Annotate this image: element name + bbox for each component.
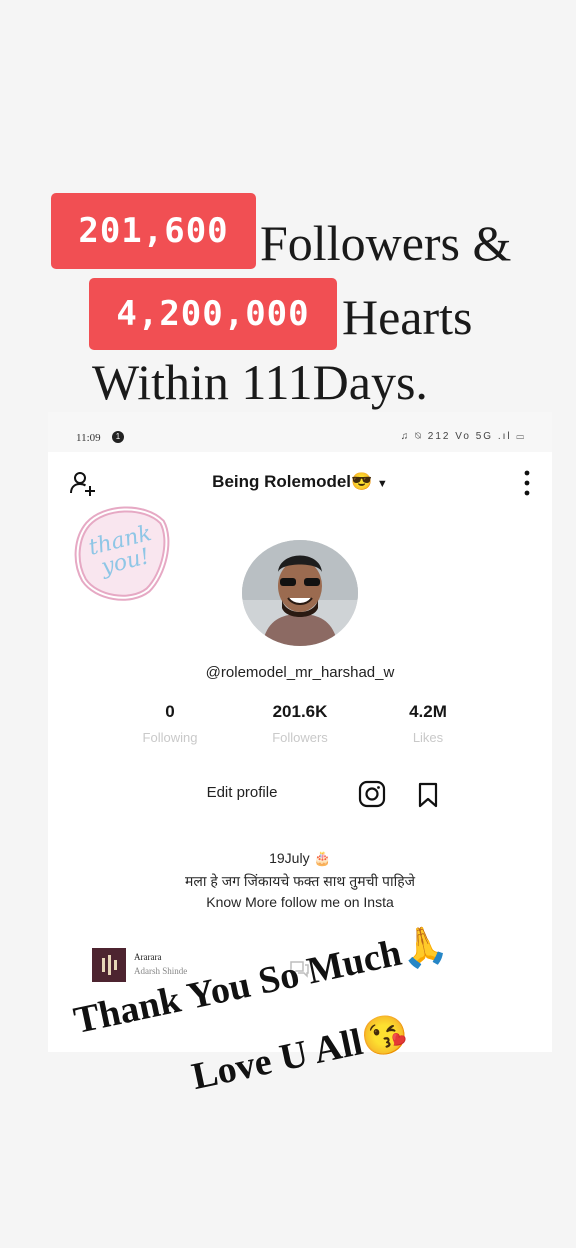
music-artist: Adarsh Shinde — [134, 966, 188, 976]
stat-followers[interactable]: 201.6K Followers — [240, 702, 360, 745]
profile-handle: @rolemodel_mr_harshad_w — [205, 664, 395, 681]
story-canvas: 201,600 Followers & 4,200,000 Hearts Wit… — [0, 0, 576, 1248]
account-switcher[interactable]: Being Rolemodel😎 ▼ — [48, 472, 552, 492]
hearts-count: 4,200,000 — [116, 294, 310, 334]
followers-count-badge: 201,600 — [51, 193, 256, 269]
edit-profile-button[interactable]: Edit profile — [182, 784, 302, 808]
bio-tagline: मला हे जग जिंकायचे फक्त साथ तुमची पाहिजे — [184, 873, 416, 889]
stat-following[interactable]: 0 Following — [110, 702, 230, 745]
account-name: Being Rolemodel😎 — [212, 472, 373, 491]
stat-label: Followers — [272, 730, 328, 745]
stat-label: Likes — [412, 730, 444, 745]
hearts-count-badge: 4,200,000 — [89, 278, 337, 350]
status-indicators: ♫ ⍉ 212 Vo 5G .ıl ▭ — [400, 431, 526, 442]
bookmark-icon[interactable] — [416, 782, 440, 808]
status-time: 11:09 — [76, 432, 101, 444]
bio-instagram-note: Know More follow me on Insta — [206, 894, 394, 910]
profile-top-nav: Being Rolemodel😎 ▼ — [48, 462, 552, 502]
stat-value: 0 — [165, 702, 175, 721]
followers-count: 201,600 — [78, 211, 229, 251]
stat-value: 4.2M — [409, 702, 447, 721]
more-vertical-icon[interactable] — [524, 470, 530, 496]
hearts-text: Hearts — [342, 289, 473, 345]
instagram-icon[interactable] — [358, 780, 386, 808]
stat-label: Following — [142, 730, 198, 745]
status-bar: 11:09 1 ♫ ⍉ 212 Vo 5G .ıl ▭ — [48, 412, 552, 452]
bio-birthday: 19July 🎂 — [269, 850, 331, 866]
within-days-text: Within 111Days. — [92, 354, 428, 410]
chevron-down-icon: ▼ — [376, 478, 388, 490]
stat-likes[interactable]: 4.2M Likes — [368, 702, 488, 745]
followers-text: Followers & — [260, 215, 512, 271]
thank-you-sticker: thank you! — [74, 504, 170, 604]
avatar[interactable] — [242, 540, 358, 646]
stat-value: 201.6K — [272, 702, 328, 721]
notification-badge: 1 — [112, 431, 124, 443]
music-cover-art — [92, 948, 126, 982]
music-title: Ararara — [134, 952, 162, 962]
